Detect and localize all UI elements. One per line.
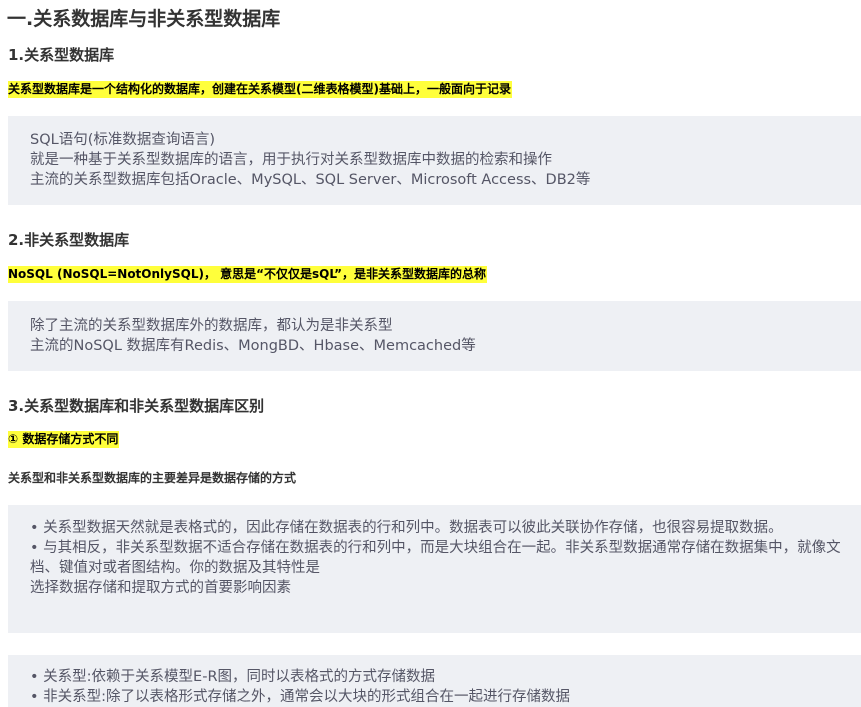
section3-subheading-highlight: ① 数据存储方式不同 (8, 431, 120, 448)
quote-line: 主流的NoSQL 数据库有Redis、MongBD、Hbase、Memcache… (30, 338, 476, 354)
quote-line: SQL语句(标准数据查询语言) (30, 132, 216, 148)
section3-quote-block-2: • 关系型:依赖于关系模型E-R图，同时以表格式的方式存储数据 • 非关系型:除… (8, 655, 861, 707)
section1-quote-block: SQL语句(标准数据查询语言) 就是一种基于关系型数据库的语言，用于执行对关系型… (8, 116, 861, 205)
section2-heading: 2.非关系型数据库 (8, 231, 130, 249)
quote-line: • 非关系型:除了以表格形式存储之外，通常会以大块的形式组合在一起进行存储数据 (30, 689, 571, 705)
section3-summary-text: 关系型和非关系型数据库的主要差异是数据存储的方式 (8, 471, 297, 485)
page-title: 一.关系数据库与非关系型数据库 (7, 8, 281, 30)
section3-heading: 3.关系型数据库和非关系型数据库区别 (8, 397, 265, 415)
quote-line: • 关系型:依赖于关系模型E-R图，同时以表格式的方式存储数据 (30, 669, 436, 685)
section2-highlight-text: NoSQL (NoSQL=NotOnlySQL)， 意思是“不仅仅是sQL”，是… (8, 266, 488, 283)
quote-line: 选择数据存储和提取方式的首要影响因素 (30, 580, 291, 596)
quote-line: • 与其相反，非关系型数据不适合存储在数据表的行和列中，而是大块组合在一起。非关… (30, 540, 841, 576)
section1-heading: 1.关系型数据库 (8, 46, 115, 64)
quote-line: 就是一种基于关系型数据库的语言，用于执行对关系型数据库中数据的检索和操作 (30, 152, 552, 168)
section3-quote-block-1: • 关系型数据天然就是表格式的，因此存储在数据表的行和列中。数据表可以彼此关联协… (8, 505, 861, 633)
section2-quote-block: 除了主流的关系型数据库外的数据库，都认为是非关系型 主流的NoSQL 数据库有R… (8, 301, 861, 371)
section1-highlight-text: 关系型数据库是一个结构化的数据库，创建在关系模型(二维表格模型)基础上，一般面向… (8, 81, 512, 98)
quote-line: 除了主流的关系型数据库外的数据库，都认为是非关系型 (30, 318, 393, 334)
quote-line: • 关系型数据天然就是表格式的，因此存储在数据表的行和列中。数据表可以彼此关联协… (30, 520, 783, 536)
quote-line: 主流的关系型数据库包括Oracle、MySQL、SQL Server、Micro… (30, 172, 591, 188)
article: 一.关系数据库与非关系型数据库 1.关系型数据库 关系型数据库是一个结构化的数据… (0, 0, 861, 707)
